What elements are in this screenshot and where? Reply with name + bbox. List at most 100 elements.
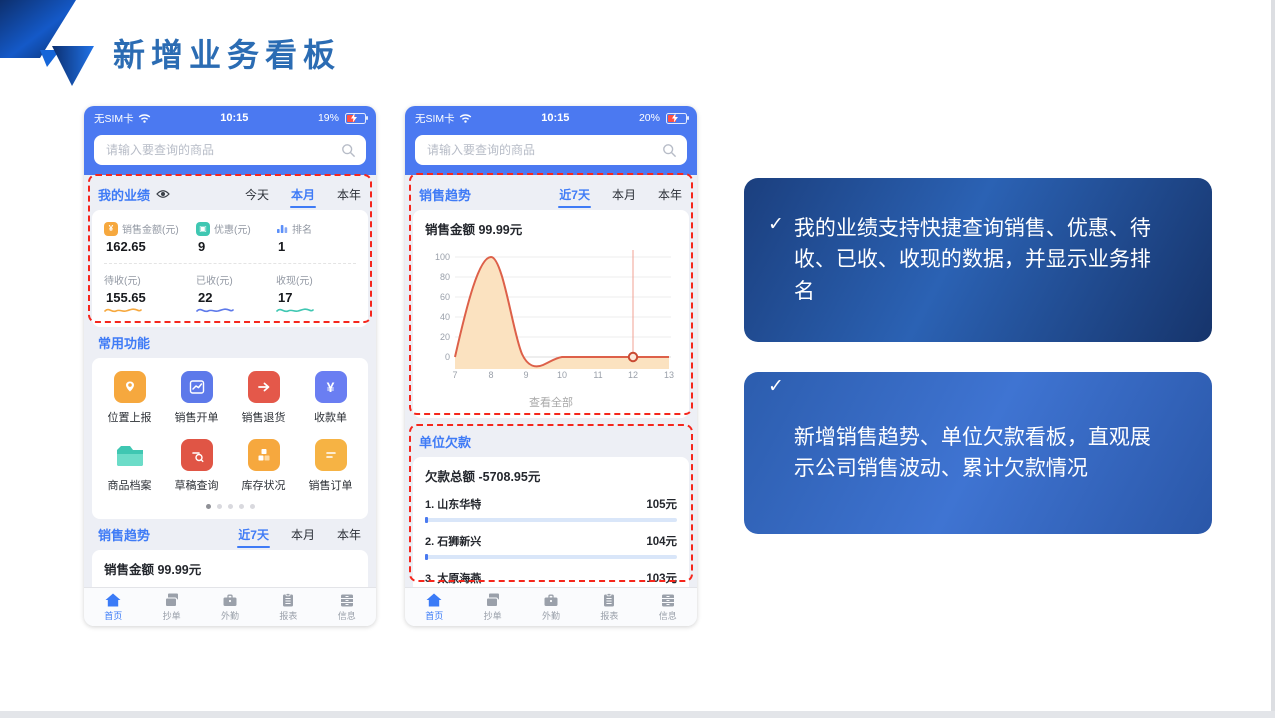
- search-input[interactable]: [425, 142, 662, 158]
- performance-card: ¥销售金额(元) 162.65 ▣优惠(元) 9 排名 1: [92, 210, 368, 327]
- clock: 10:15: [220, 112, 248, 124]
- stat-value: 17: [276, 290, 356, 305]
- stats-row-1: ¥销售金额(元) 162.65 ▣优惠(元) 9 排名 1: [104, 221, 356, 254]
- tab-messages[interactable]: 信息: [318, 588, 376, 626]
- dashboard-content: 销售趋势 近7天 本月 本年 销售金额 99.99元 0 20: [405, 175, 697, 626]
- home-icon: [426, 593, 442, 607]
- performance-header: 我的业绩 今天 本月 本年: [92, 183, 368, 205]
- debt-bar: [425, 555, 677, 559]
- charging-bolt-icon: [350, 113, 358, 123]
- svg-text:9: 9: [523, 370, 528, 380]
- sales-amount-label: 销售金额 99.99元: [104, 559, 356, 578]
- search-input-box[interactable]: [94, 135, 366, 165]
- trend-header: 销售趋势 近7天 本月 本年: [92, 523, 368, 545]
- stat-discount: ▣优惠(元) 9: [196, 221, 276, 254]
- battery-percent: 20%: [639, 112, 660, 124]
- tab-copy-order[interactable]: 抄单: [463, 588, 521, 626]
- svg-text:80: 80: [440, 272, 450, 282]
- func-location-report[interactable]: 位置上报: [96, 371, 163, 425]
- tab-last-7-days[interactable]: 近7天: [558, 184, 591, 205]
- visibility-toggle[interactable]: [156, 189, 170, 199]
- arrears-title: 单位欠款: [419, 432, 471, 451]
- tab-this-year[interactable]: 本年: [657, 184, 683, 205]
- phone-screenshot-home: 无SIM卡 10:15 19% 我的业绩: [84, 106, 376, 626]
- drawers-icon: [339, 593, 355, 607]
- tab-this-month[interactable]: 本月: [611, 184, 637, 205]
- stat-value: 9: [196, 239, 276, 254]
- search-input-box[interactable]: [415, 135, 687, 165]
- sales-amount-icon: ¥: [104, 222, 118, 236]
- tab-home[interactable]: 首页: [84, 588, 142, 626]
- home-content: 我的业绩 今天 本月 本年 ¥销售金额(元) 162.65 ▣: [84, 175, 376, 626]
- debt-list-item[interactable]: 2. 石狮新兴 104元: [425, 533, 677, 559]
- dot[interactable]: [217, 504, 222, 509]
- stacked-boxes-icon: [248, 439, 280, 471]
- tab-this-year[interactable]: 本年: [336, 184, 362, 205]
- tab-reports[interactable]: 报表: [580, 588, 638, 626]
- tab-messages[interactable]: 信息: [639, 588, 697, 626]
- tab-last-7-days[interactable]: 近7天: [237, 524, 270, 545]
- svg-text:20: 20: [440, 332, 450, 342]
- tab-this-month[interactable]: 本月: [290, 184, 316, 205]
- sparkline-teal: [276, 305, 314, 315]
- tab-today[interactable]: 今天: [244, 184, 270, 205]
- tab-home[interactable]: 首页: [405, 588, 463, 626]
- svg-text:10: 10: [557, 370, 567, 380]
- carrier-label: 无SIM卡: [94, 111, 134, 126]
- tab-field-work[interactable]: 外勤: [522, 588, 580, 626]
- search-icon: [341, 143, 356, 158]
- performance-range-tabs: 今天 本月 本年: [244, 184, 362, 205]
- tab-this-month[interactable]: 本月: [290, 524, 316, 545]
- functions-title: 常用功能: [98, 333, 150, 352]
- discount-icon: ▣: [196, 222, 210, 236]
- stat-value: 162.65: [104, 239, 196, 254]
- dot[interactable]: [206, 504, 211, 509]
- bottom-tab-bar: 首页 抄单 外勤 报表 信息: [84, 587, 376, 626]
- clock: 10:15: [541, 112, 569, 124]
- func-product-archive[interactable]: 商品档案: [96, 439, 163, 493]
- draft-search-icon: [181, 439, 213, 471]
- stat-cash: 收现(元) 17: [276, 272, 356, 315]
- func-sales-order-create[interactable]: 销售开单: [163, 371, 230, 425]
- feature-callout-dashboard: ✓ 新增销售趋势、单位欠款看板，直观展示公司销售波动、累计欠款情况: [744, 372, 1212, 534]
- slide: 新增业务看板 无SIM卡 10:15 19% 我的: [0, 0, 1275, 718]
- stats-row-2: 待收(元) 155.65 已收(元) 22 收现(元) 17: [104, 272, 356, 315]
- stat-sales-amount: ¥销售金额(元) 162.65: [104, 221, 196, 254]
- briefcase-icon: [543, 593, 559, 607]
- func-inventory-status[interactable]: 库存状况: [230, 439, 297, 493]
- search-input[interactable]: [104, 142, 341, 158]
- wifi-icon: [459, 113, 472, 123]
- debt-list-item[interactable]: 1. 山东华特 105元: [425, 496, 677, 522]
- dot[interactable]: [239, 504, 244, 509]
- functions-card: 位置上报 销售开单 销售退货 ¥ 收款单: [92, 358, 368, 519]
- debt-bar: [425, 518, 677, 522]
- trend-title: 销售趋势: [419, 185, 471, 204]
- search-area: [405, 130, 697, 175]
- func-draft-query[interactable]: 草稿查询: [163, 439, 230, 493]
- trend-range-tabs: 近7天 本月 本年: [558, 184, 683, 205]
- carrier-label: 无SIM卡: [415, 111, 455, 126]
- folder-icon: [114, 439, 146, 471]
- trend-range-tabs: 近7天 本月 本年: [237, 524, 362, 545]
- checkmark-icon: ✓: [768, 372, 784, 401]
- order-list-icon: [315, 439, 347, 471]
- sales-chart-icon: [181, 371, 213, 403]
- return-arrow-icon: [248, 371, 280, 403]
- tab-field-work[interactable]: 外勤: [201, 588, 259, 626]
- func-receipt[interactable]: ¥ 收款单: [297, 371, 364, 425]
- svg-text:7: 7: [452, 370, 457, 380]
- tab-copy-order[interactable]: 抄单: [142, 588, 200, 626]
- dot[interactable]: [250, 504, 255, 509]
- tab-reports[interactable]: 报表: [259, 588, 317, 626]
- func-sales-orders[interactable]: 销售订单: [297, 439, 364, 493]
- copy-order-icon: [164, 593, 180, 607]
- pagination-dots: [96, 493, 364, 514]
- callout-text: 我的业绩支持快捷查询销售、优惠、待收、已收、收现的数据，并显示业务排名: [794, 213, 1162, 308]
- stat-receivable: 待收(元) 155.65: [104, 272, 196, 315]
- checkmark-icon: ✓: [768, 210, 784, 239]
- dot[interactable]: [228, 504, 233, 509]
- tab-this-year[interactable]: 本年: [336, 524, 362, 545]
- view-all-link[interactable]: 查看全部: [425, 392, 677, 418]
- divider: [104, 263, 356, 264]
- func-sales-return[interactable]: 销售退货: [230, 371, 297, 425]
